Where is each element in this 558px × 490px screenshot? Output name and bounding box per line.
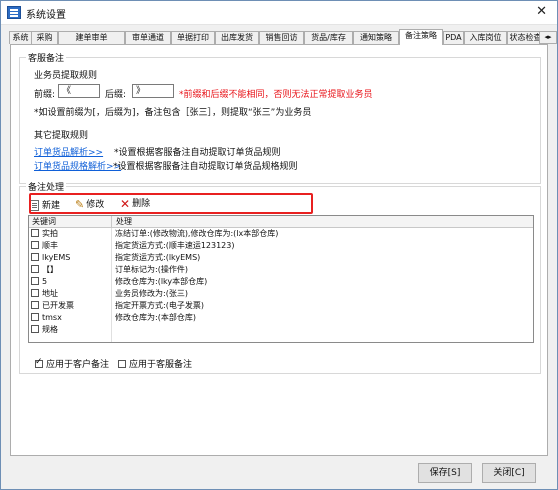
tab-system[interactable]: 系统 [9,31,32,44]
row-checkbox[interactable] [31,289,39,297]
table-row[interactable]: 实拍 冻结订单:(修改物流),修改仓库为:(lx本部仓库) [29,228,533,240]
column-divider [111,216,112,227]
keyword-cell: 5 [31,276,47,288]
apply-customer-note-label: 应用于客户备注 [46,360,110,370]
group-title: 备注处理 [26,180,67,193]
row-checkbox[interactable] [31,313,39,321]
action-cell: 指定货运方式:(顺丰速运123123) [115,241,235,250]
keyword-cell: 【】 [31,264,58,276]
salesman-example-note: *如设置前缀为[，后缀为]，备注包含［张三］，则提取“张三”为业务员 [34,108,312,118]
row-checkbox[interactable] [31,265,39,273]
tab-note-policy[interactable]: 备注策略 [399,29,443,45]
table-row[interactable]: 地址 业务员修改为:(张三) [29,288,533,300]
close-window-icon[interactable]: ✕ [536,4,547,19]
app-icon [7,6,21,19]
tab-purchase[interactable]: 采购 [31,31,58,44]
highlight-annotation [29,193,313,214]
settings-tabs: 系统 采购 建单审单 审单通道 单据打印 出库发货 销售回访 货品/库存 通知策… [9,29,557,45]
action-cell: 修改仓库为:(lky本部仓库) [115,277,208,286]
other-rules-title: 其它提取规则 [34,131,89,141]
suffix-input[interactable]: 》 [132,84,174,98]
order-goods-parse-link[interactable]: 订单货品解析>> [34,145,103,158]
table-row[interactable]: 规格 [29,324,533,336]
row-checkbox[interactable] [31,301,39,309]
action-cell: 业务员修改为:(张三) [115,289,188,298]
apply-service-note-label: 应用于客服备注 [129,360,193,370]
apply-customer-note-checkbox[interactable] [35,357,43,368]
table-row[interactable]: 已开发票 指定开票方式:(电子发票) [29,300,533,312]
action-cell: 冻结订单:(修改物流),修改仓库为:(lx本部仓库) [115,229,279,238]
settings-window: 系统设置 ✕ 系统 采购 建单审单 审单通道 单据打印 出库发货 销售回访 货品… [0,0,558,490]
table-row[interactable]: 5 修改仓库为:(lky本部仓库) [29,276,533,288]
row-checkbox[interactable] [31,253,39,261]
action-cell: 订单标记为:(操作件) [115,265,188,274]
apply-service-note-checkbox[interactable] [118,360,126,368]
salesman-rule-subtitle: 业务员提取规则 [34,71,98,81]
keyword-cell: lkyEMS [31,252,70,264]
order-goods-spec-parse-link[interactable]: 订单货品规格解析>> [34,159,121,172]
title-bar: 系统设置 ✕ [1,1,557,25]
order-goods-spec-parse-desc: *设置根据客服备注自动提取订单货品规格规则 [113,162,298,172]
table-header: 关键词 处理 [29,216,533,228]
keyword-cell: 实拍 [31,228,58,240]
keyword-cell: 地址 [31,288,58,300]
keyword-text: 【】 [42,265,58,274]
action-cell: 修改仓库为:(本部仓库) [115,313,196,322]
tab-notification-policy[interactable]: 通知策略 [353,31,399,44]
keyword-text: 已开发票 [42,301,74,310]
keyword-text: 顺丰 [42,241,58,250]
keyword-text: lkyEMS [42,253,71,262]
apply-service-note-option[interactable]: 应用于客服备注 [118,357,192,370]
keyword-text: 规格 [42,325,58,334]
row-checkbox[interactable] [31,229,39,237]
table-row[interactable]: 【】 订单标记为:(操作件) [29,264,533,276]
column-header-keyword[interactable]: 关键词 [29,216,56,227]
tab-pda[interactable]: PDA [443,31,464,44]
tab-document-print[interactable]: 单据打印 [171,31,215,44]
tab-scroll-arrows[interactable]: ◂▸ [539,31,557,44]
tab-review-channel[interactable]: 审单通道 [125,31,171,44]
apply-customer-note-option[interactable]: 应用于客户备注 [35,357,109,370]
table-row[interactable]: 顺丰 指定货运方式:(顺丰速运123123) [29,240,533,252]
keyword-cell: 已开发票 [31,300,74,312]
prefix-suffix-warning: *前缀和后缀不能相同，否则无法正常提取业务员 [179,90,373,100]
save-button[interactable]: 保存[S] [418,463,472,483]
tab-sales-followup[interactable]: 销售回访 [259,31,304,44]
keyword-cell: 规格 [31,324,58,336]
row-checkbox[interactable] [31,241,39,249]
keyword-text: 地址 [42,289,58,298]
table-row[interactable]: lkyEMS 指定货运方式:(lkyEMS) [29,252,533,264]
row-checkbox[interactable] [31,277,39,285]
tab-goods-inventory[interactable]: 货品/库存 [304,31,353,44]
order-goods-parse-desc: *设置根据客服备注自动提取订单货品规则 [114,148,281,158]
tab-outbound-shipping[interactable]: 出库发货 [215,31,259,44]
tab-inbound-post[interactable]: 入库岗位 [464,31,507,44]
window-title: 系统设置 [26,10,66,21]
prefix-label: 前缀: [34,90,56,100]
note-policy-panel: 客服备注 业务员提取规则 前缀: 《 后缀: 》 *前缀和后缀不能相同，否则无法… [10,44,548,456]
keyword-text: 5 [42,277,48,286]
keyword-text: 实拍 [42,229,58,238]
action-cell: 指定货运方式:(lkyEMS) [115,253,201,262]
row-checkbox[interactable] [31,325,39,333]
keyword-text: tmsx [42,313,62,322]
action-cell: 指定开票方式:(电子发票) [115,301,204,310]
tab-order-create-review[interactable]: 建单审单 [58,31,125,44]
close-button[interactable]: 关闭[C] [482,463,536,483]
group-title: 客服备注 [26,51,67,64]
table-row[interactable]: tmsx 修改仓库为:(本部仓库) [29,312,533,324]
suffix-label: 后缀: [105,90,127,100]
note-rules-table: 关键词 处理 实拍 冻结订单:(修改物流),修改仓库为:(lx本部仓库) 顺丰 … [28,215,534,343]
keyword-cell: tmsx [31,312,62,324]
keyword-cell: 顺丰 [31,240,58,252]
column-header-action[interactable]: 处理 [113,216,132,227]
prefix-input[interactable]: 《 [58,84,100,98]
